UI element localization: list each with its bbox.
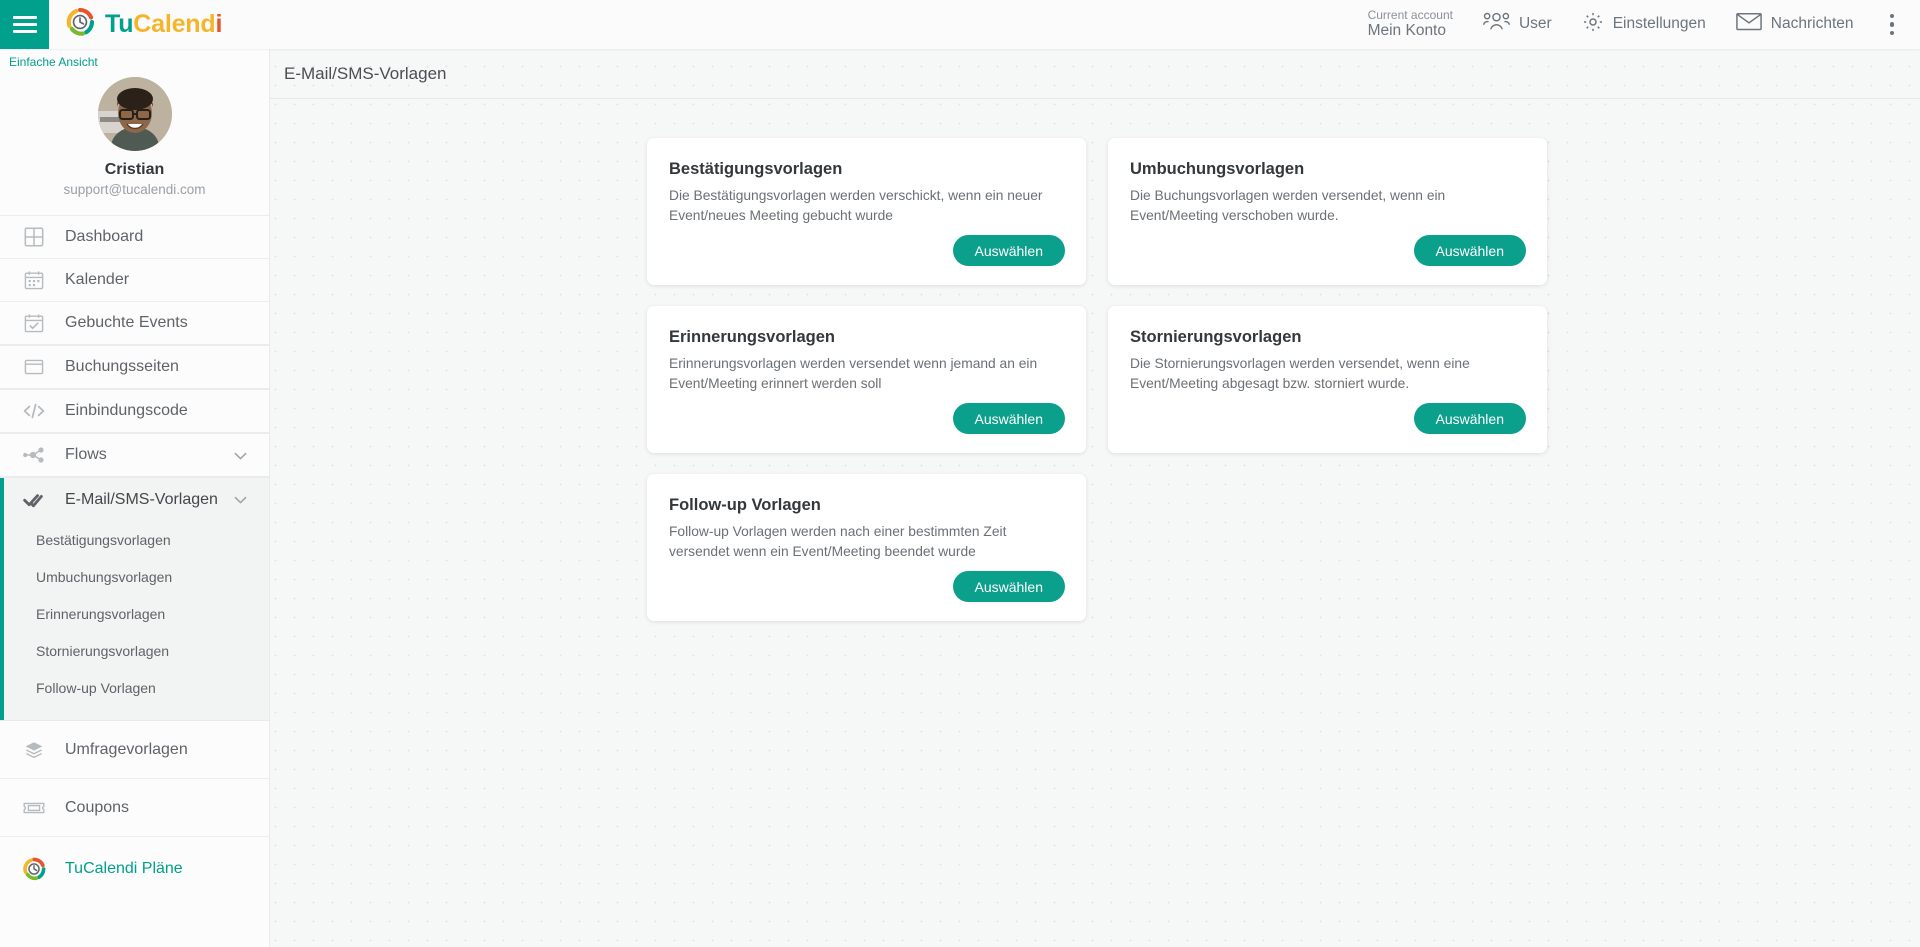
sidebar-label-dashboard: Dashboard xyxy=(65,228,144,245)
simple-view-link[interactable]: Einfache Ansicht xyxy=(0,49,269,69)
card-erinnerungsvorlagen: Erinnerungsvorlagen Erinnerungsvorlagen … xyxy=(647,306,1086,453)
current-account-switcher[interactable]: Current account Mein Konto xyxy=(1367,7,1453,41)
card-title: Stornierungsvorlagen xyxy=(1130,328,1302,346)
sidebar-label-kalender: Kalender xyxy=(65,271,130,288)
submenu-item-umbuchungsvorlagen[interactable]: Umbuchungsvorlagen xyxy=(0,558,269,595)
page-title: E-Mail/SMS-Vorlagen xyxy=(284,63,447,83)
calendar-check-icon xyxy=(20,313,48,333)
card-title: Erinnerungsvorlagen xyxy=(669,328,835,346)
chevron-down-icon[interactable] xyxy=(234,492,247,507)
submenu-item-bestaetigungsvorlagen[interactable]: Bestätigungsvorlagen xyxy=(0,521,269,558)
card-description: Erinnerungsvorlagen werden versendet wen… xyxy=(669,356,1038,391)
brand-logo[interactable]: TuCalendi xyxy=(65,7,222,42)
brand-part-3: i xyxy=(215,10,223,38)
card-description: Die Buchungsvorlagen werden versendet, w… xyxy=(1130,188,1446,223)
card-description: Die Stornierungsvorlagen werden versende… xyxy=(1130,356,1470,391)
sidebar-label-tucalendi-plaene: TuCalendi Pläne xyxy=(65,860,183,877)
card-title: Follow-up Vorlagen xyxy=(669,496,821,514)
card-stornierungsvorlagen: Stornierungsvorlagen Die Stornierungsvor… xyxy=(1108,306,1547,453)
template-card-grid: Bestätigungsvorlagen Die Bestätigungsvor… xyxy=(647,99,1547,621)
select-button[interactable]: Auswählen xyxy=(952,403,1065,434)
topbar-label-nachrichten: Nachrichten xyxy=(1770,15,1854,33)
browser-window-icon xyxy=(20,357,48,377)
topbar-label-user: User xyxy=(1518,15,1552,33)
kebab-menu-icon[interactable] xyxy=(1884,10,1901,40)
card-bestaetigungsvorlagen: Bestätigungsvorlagen Die Bestätigungsvor… xyxy=(647,138,1086,285)
submenu-item-stornierungsvorlagen[interactable]: Stornierungsvorlagen xyxy=(0,632,269,669)
calendar-icon xyxy=(20,270,48,290)
flow-nodes-icon xyxy=(20,445,48,465)
top-bar-actions: Current account Mein Konto User Einstell… xyxy=(1367,7,1920,41)
topbar-label-einstellungen: Einstellungen xyxy=(1612,15,1706,33)
hamburger-icon xyxy=(12,30,37,33)
sidebar-item-buchungsseiten[interactable]: Buchungsseiten xyxy=(0,346,269,389)
select-button[interactable]: Auswählen xyxy=(952,571,1065,602)
sidebar-item-gebuchte-events[interactable]: Gebuchte Events xyxy=(0,302,269,345)
topbar-item-nachrichten[interactable]: Nachrichten xyxy=(1735,12,1854,36)
submenu-item-erinnerungsvorlagen[interactable]: Erinnerungsvorlagen xyxy=(0,595,269,632)
sidebar-label-coupons: Coupons xyxy=(65,798,130,816)
hamburger-menu-button[interactable] xyxy=(0,0,49,49)
sidebar: Einfache Ansicht Cristian support@tucale… xyxy=(0,49,270,947)
tucalendi-logo-icon xyxy=(20,857,48,881)
grid-icon xyxy=(20,227,48,247)
top-bar: TuCalendi Current account Mein Konto Use… xyxy=(0,0,1920,49)
hamburger-icon xyxy=(12,23,37,26)
sidebar-item-umfragevorlagen[interactable]: Umfragevorlagen xyxy=(0,721,269,779)
select-button[interactable]: Auswählen xyxy=(952,235,1065,266)
submenu-item-follow-up-vorlagen[interactable]: Follow-up Vorlagen xyxy=(0,669,269,706)
chevron-down-icon[interactable] xyxy=(234,448,247,463)
topbar-item-einstellungen[interactable]: Einstellungen xyxy=(1582,11,1706,38)
sidebar-label-flows: Flows xyxy=(65,446,107,463)
page-header: E-Mail/SMS-Vorlagen xyxy=(270,49,1920,99)
sidebar-item-coupons[interactable]: Coupons xyxy=(0,779,269,837)
card-title: Bestätigungsvorlagen xyxy=(669,160,843,178)
sidebar-label-gebuchte-events: Gebuchte Events xyxy=(65,314,188,331)
card-umbuchungsvorlagen: Umbuchungsvorlagen Die Buchungsvorlagen … xyxy=(1108,138,1547,285)
sidebar-label-einbindungscode: Einbindungscode xyxy=(65,402,188,419)
select-button[interactable]: Auswählen xyxy=(1413,235,1526,266)
sidebar-item-tucalendi-plaene[interactable]: TuCalendi Pläne xyxy=(0,837,269,901)
tucalendi-logo-icon xyxy=(65,7,95,42)
sidebar-submenu: Bestätigungsvorlagen Umbuchungsvorlagen … xyxy=(0,521,269,720)
sidebar-item-email-sms-vorlagen[interactable]: E-Mail/SMS-Vorlagen xyxy=(0,478,269,521)
sidebar-item-dashboard[interactable]: Dashboard xyxy=(0,216,269,259)
sidebar-label-email-sms-vorlagen: E-Mail/SMS-Vorlagen xyxy=(65,490,218,508)
avatar[interactable] xyxy=(97,77,172,151)
profile-name: Cristian xyxy=(104,161,165,178)
sidebar-item-flows[interactable]: Flows xyxy=(0,434,269,477)
people-icon xyxy=(1482,11,1511,37)
ticket-icon xyxy=(20,800,48,816)
card-follow-up-vorlagen: Follow-up Vorlagen Follow-up Vorlagen we… xyxy=(647,474,1086,621)
sidebar-item-kalender[interactable]: Kalender xyxy=(0,259,269,302)
code-icon xyxy=(20,401,48,421)
card-description: Die Bestätigungsvorlagen werden verschic… xyxy=(669,188,1043,223)
main-content: E-Mail/SMS-Vorlagen Bestätigungsvorlagen… xyxy=(270,49,1920,947)
gear-icon xyxy=(1582,11,1604,38)
double-check-icon xyxy=(20,491,48,509)
sidebar-label-buchungsseiten: Buchungsseiten xyxy=(65,358,179,375)
sidebar-item-einbindungscode[interactable]: Einbindungscode xyxy=(0,390,269,433)
hamburger-icon xyxy=(12,16,37,19)
sidebar-label-umfragevorlagen: Umfragevorlagen xyxy=(65,740,188,758)
select-button[interactable]: Auswählen xyxy=(1413,403,1526,434)
brand-part-1: Tu xyxy=(105,10,134,38)
sidebar-profile: Cristian support@tucalendi.com xyxy=(0,69,269,216)
envelope-icon xyxy=(1735,12,1762,36)
sidebar-menu: Dashboard Kalender Gebuchte Events Buchu… xyxy=(0,216,269,901)
current-account-label: Current account xyxy=(1367,7,1453,22)
profile-email: support@tucalendi.com xyxy=(63,182,206,197)
app-root: TuCalendi Current account Mein Konto Use… xyxy=(0,0,1920,947)
topbar-item-user[interactable]: User xyxy=(1482,11,1552,37)
brand-part-2: Calend xyxy=(133,10,216,38)
brand-title: TuCalendi xyxy=(105,10,222,39)
current-account-name: Mein Konto xyxy=(1367,22,1446,40)
card-title: Umbuchungsvorlagen xyxy=(1130,160,1305,178)
card-description: Follow-up Vorlagen werden nach einer bes… xyxy=(669,524,1007,559)
layers-icon xyxy=(20,740,48,760)
